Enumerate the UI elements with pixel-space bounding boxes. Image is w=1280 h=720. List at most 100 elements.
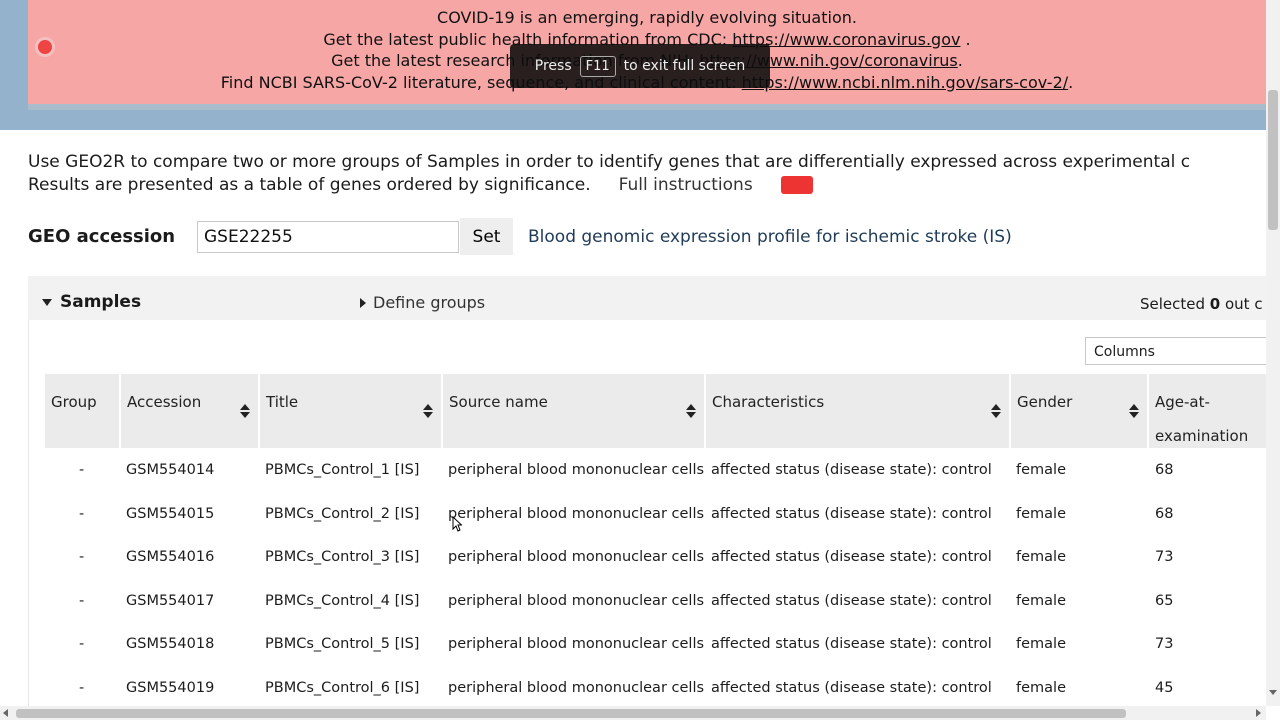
geo-accession-label: GEO accession bbox=[28, 226, 176, 247]
cell-characteristics: affected status (disease state): control bbox=[711, 462, 992, 478]
cell-group: - bbox=[79, 636, 85, 652]
header-title-label: Title bbox=[266, 393, 299, 411]
caret-right-icon bbox=[360, 298, 366, 308]
cell-age: 65 bbox=[1155, 593, 1174, 609]
full-instructions-link[interactable]: Full instructions bbox=[619, 175, 753, 195]
cell-source: peripheral blood mononuclear cells bbox=[448, 680, 705, 696]
cell-gender: female bbox=[1016, 462, 1066, 478]
header-source-label: Source name bbox=[449, 393, 548, 411]
geo-accession-input[interactable] bbox=[197, 221, 459, 253]
intro-text: Use GEO2R to compare two or more groups … bbox=[28, 151, 1266, 197]
alert-icon bbox=[38, 40, 52, 54]
video-icon[interactable] bbox=[780, 176, 813, 194]
scroll-down-icon[interactable] bbox=[1269, 690, 1277, 695]
caret-down-icon bbox=[42, 298, 52, 306]
cell-title: PBMCs_Control_1 [IS] bbox=[265, 462, 420, 478]
header-group: Group bbox=[45, 374, 119, 448]
series-title: Blood genomic expression profile for isc… bbox=[528, 227, 1012, 247]
columns-select[interactable]: Columns bbox=[1085, 337, 1266, 365]
define-groups-toggle[interactable]: Define groups bbox=[360, 293, 485, 312]
intro-line-2: Results are presented as a table of gene… bbox=[28, 174, 1266, 197]
header-characteristics-label: Characteristics bbox=[712, 393, 825, 411]
cell-source: peripheral blood mononuclear cells bbox=[448, 506, 705, 522]
cell-accession[interactable]: GSM554019 bbox=[126, 680, 214, 696]
cell-age: 68 bbox=[1155, 462, 1174, 478]
header-age[interactable]: Age-at-examination bbox=[1149, 374, 1266, 448]
selected-count: 0 bbox=[1209, 295, 1221, 313]
cell-title: PBMCs_Control_4 [IS] bbox=[265, 593, 420, 609]
header-source-name[interactable]: Source name bbox=[443, 374, 704, 448]
cell-accession[interactable]: GSM554014 bbox=[126, 462, 214, 478]
samples-header-bar bbox=[28, 276, 1266, 320]
cell-characteristics: affected status (disease state): control bbox=[711, 680, 992, 696]
toast-key: F11 bbox=[579, 55, 616, 77]
horizontal-scroll-thumb[interactable] bbox=[16, 709, 1126, 718]
cell-characteristics: affected status (disease state): control bbox=[711, 593, 992, 609]
sort-icon[interactable] bbox=[423, 404, 433, 418]
header-gender-label: Gender bbox=[1017, 393, 1073, 411]
cell-age: 68 bbox=[1155, 506, 1174, 522]
table-row[interactable]: - GSM554014 PBMCs_Control_1 [IS] periphe… bbox=[45, 449, 1266, 492]
sort-icon[interactable] bbox=[991, 404, 1001, 418]
mouse-cursor-icon bbox=[452, 516, 462, 532]
cell-accession[interactable]: GSM554016 bbox=[126, 549, 214, 565]
banner-divider bbox=[28, 104, 1266, 110]
cell-characteristics: affected status (disease state): control bbox=[711, 506, 992, 522]
cell-title: PBMCs_Control_3 [IS] bbox=[265, 549, 420, 565]
cell-gender: female bbox=[1016, 506, 1066, 522]
toast-suffix: to exit full screen bbox=[623, 58, 746, 74]
cell-age: 73 bbox=[1155, 549, 1174, 565]
scroll-right-icon[interactable] bbox=[1256, 709, 1261, 717]
cell-source: peripheral blood mononuclear cells bbox=[448, 462, 705, 478]
table-row[interactable]: - GSM554019 PBMCs_Control_6 [IS] periphe… bbox=[45, 667, 1266, 710]
table-row[interactable]: - GSM554016 PBMCs_Control_3 [IS] periphe… bbox=[45, 536, 1266, 579]
cell-group: - bbox=[79, 549, 85, 565]
samples-title: Samples bbox=[60, 292, 142, 312]
cell-group: - bbox=[79, 680, 85, 696]
covid-line-2-suffix: . bbox=[960, 29, 971, 49]
cell-source: peripheral blood mononuclear cells bbox=[448, 549, 705, 565]
cell-accession[interactable]: GSM554018 bbox=[126, 636, 214, 652]
cell-source: peripheral blood mononuclear cells bbox=[448, 593, 705, 609]
cell-accession[interactable]: GSM554015 bbox=[126, 506, 214, 522]
header-accession-label: Accession bbox=[127, 393, 202, 411]
selected-count-text: Selected 0 out c bbox=[1140, 295, 1263, 313]
cell-gender: female bbox=[1016, 593, 1066, 609]
cell-title: PBMCs_Control_5 [IS] bbox=[265, 636, 420, 652]
table-row[interactable]: - GSM554017 PBMCs_Control_4 [IS] periphe… bbox=[45, 580, 1266, 623]
covid-line-3-suffix: . bbox=[957, 51, 963, 70]
samples-toggle[interactable]: Samples bbox=[42, 292, 141, 312]
intro-line-2-text: Results are presented as a table of gene… bbox=[28, 175, 591, 195]
selected-suffix: out c bbox=[1220, 295, 1263, 313]
sort-icon[interactable] bbox=[240, 404, 250, 418]
header-group-label: Group bbox=[51, 393, 97, 411]
selected-prefix: Selected bbox=[1140, 295, 1210, 313]
cell-gender: female bbox=[1016, 636, 1066, 652]
header-gender[interactable]: Gender bbox=[1011, 374, 1147, 448]
ncbi-sars-link[interactable]: https://www.ncbi.nlm.nih.gov/sars-cov-2/ bbox=[742, 73, 1069, 92]
intro-line-1: Use GEO2R to compare two or more groups … bbox=[28, 152, 1191, 172]
cell-title: PBMCs_Control_2 [IS] bbox=[265, 506, 420, 522]
set-button[interactable]: Set bbox=[460, 218, 513, 255]
scroll-left-icon[interactable] bbox=[3, 709, 8, 717]
covid-line-4-suffix: . bbox=[1068, 72, 1074, 92]
header-title[interactable]: Title bbox=[260, 374, 441, 448]
header-age-line-2: examination bbox=[1155, 427, 1249, 445]
covid-line-1: COVID-19 is an emerging, rapidly evolvin… bbox=[437, 8, 857, 27]
table-row[interactable]: - GSM554015 PBMCs_Control_2 [IS] periphe… bbox=[45, 493, 1266, 536]
vertical-scroll-thumb[interactable] bbox=[1268, 90, 1278, 230]
cell-age: 45 bbox=[1155, 680, 1174, 696]
cell-accession[interactable]: GSM554017 bbox=[126, 593, 214, 609]
sort-icon[interactable] bbox=[686, 404, 696, 418]
sort-icon[interactable] bbox=[1129, 404, 1139, 418]
cell-group: - bbox=[79, 462, 85, 478]
cell-title: PBMCs_Control_6 [IS] bbox=[265, 680, 420, 696]
header-accession[interactable]: Accession bbox=[121, 374, 258, 448]
table-row[interactable]: - GSM554018 PBMCs_Control_5 [IS] periphe… bbox=[45, 623, 1266, 666]
cell-gender: female bbox=[1016, 680, 1066, 696]
cell-characteristics: affected status (disease state): control bbox=[711, 636, 992, 652]
cell-gender: female bbox=[1016, 549, 1066, 565]
toast-press: Press bbox=[534, 58, 572, 74]
header-characteristics[interactable]: Characteristics bbox=[706, 374, 1009, 448]
define-groups-label: Define groups bbox=[373, 293, 486, 312]
